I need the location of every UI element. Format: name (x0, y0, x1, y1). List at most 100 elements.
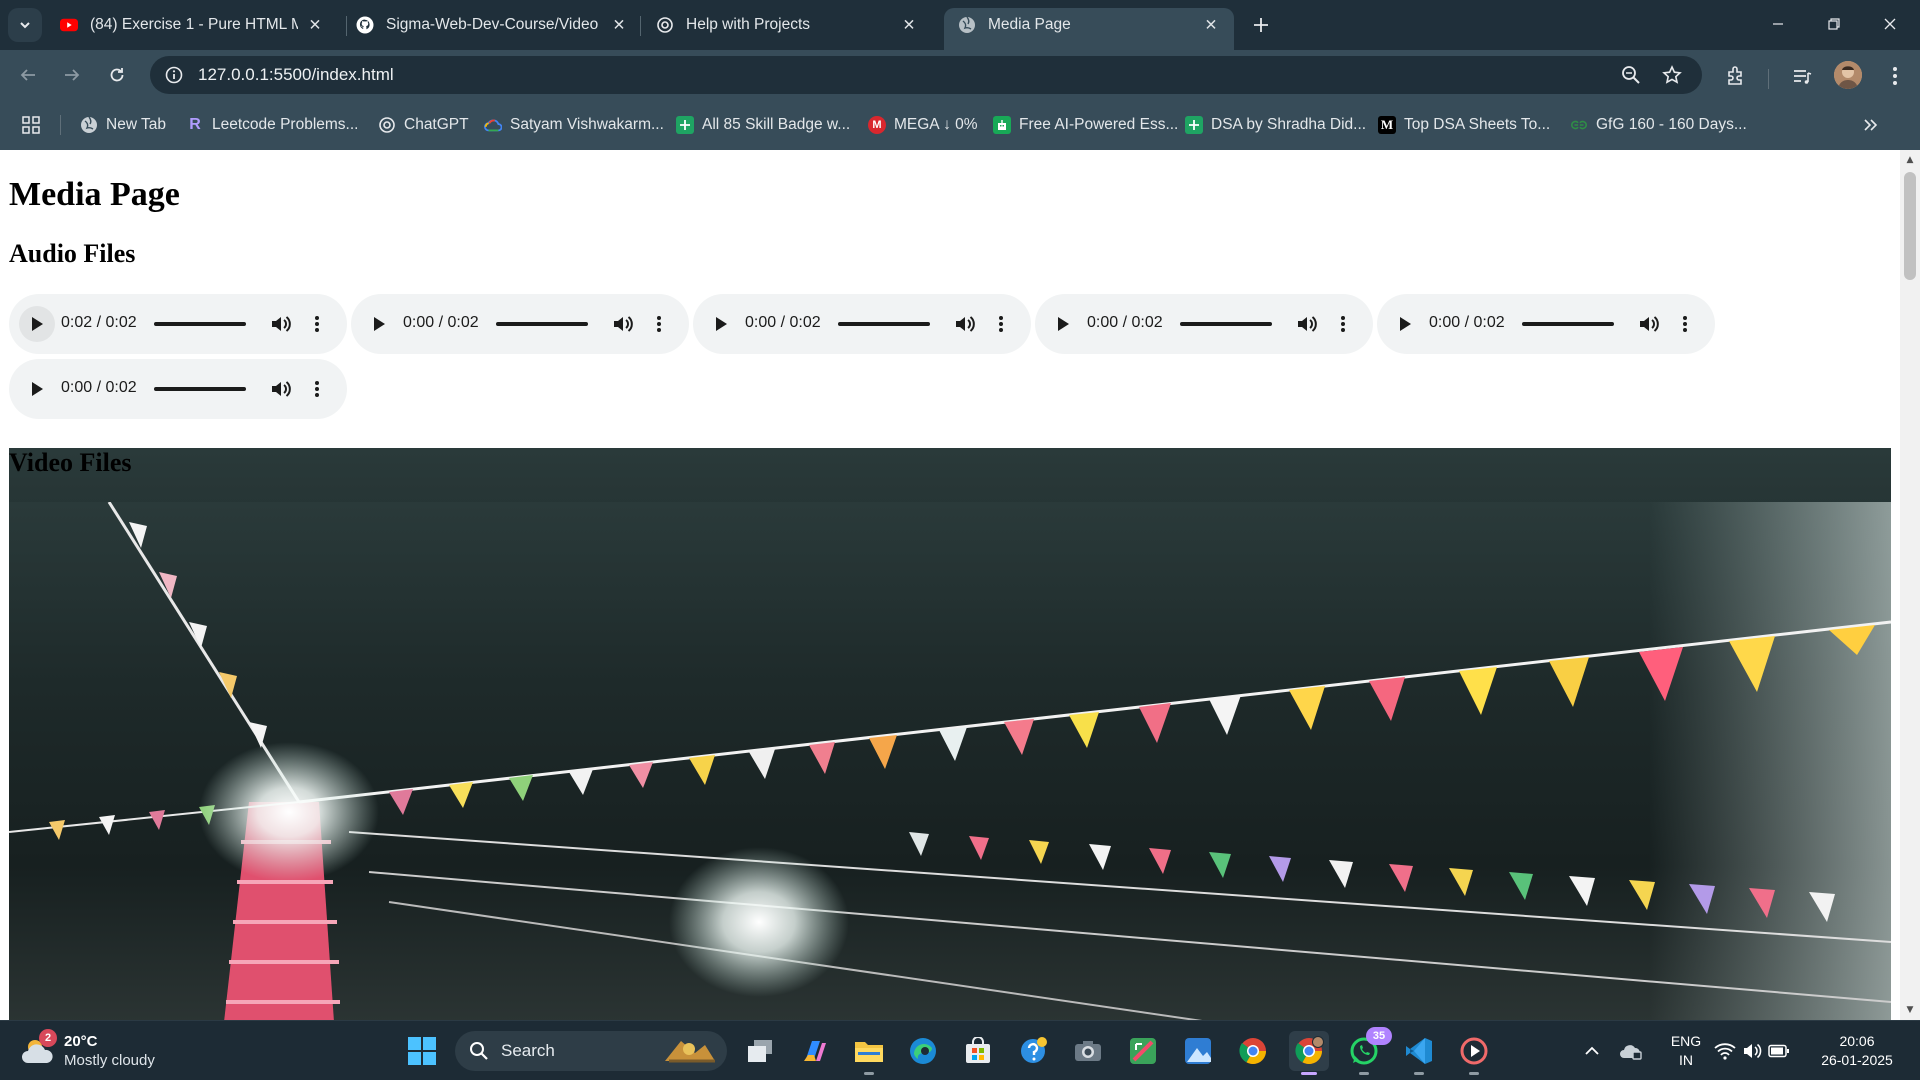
start-button[interactable] (402, 1031, 442, 1071)
bookmark-new-tab[interactable]: New Tab (80, 114, 166, 136)
bookmark-chatgpt[interactable]: ChatGPT (378, 114, 469, 136)
more-bookmarks-icon[interactable] (1862, 114, 1878, 136)
volume-icon[interactable] (1637, 312, 1661, 336)
more-options-icon[interactable] (311, 377, 323, 401)
restore-button[interactable] (1806, 0, 1862, 48)
bookmark-dsa-sheets[interactable]: M Top DSA Sheets To... (1378, 114, 1550, 136)
tab-strip: (84) Exercise 1 - Pure HTML Me ✕ Sigma-W… (0, 0, 1920, 50)
active-app-indicator (1301, 1072, 1317, 1075)
tab-title: Help with Projects (686, 16, 811, 33)
play-button[interactable] (19, 306, 55, 342)
apps-grid-icon[interactable] (22, 114, 40, 136)
scrollbar-thumb[interactable] (1904, 172, 1916, 280)
audio-player[interactable]: 0:00 / 0:02 (9, 359, 347, 419)
scroll-down-icon[interactable]: ▼ (1900, 1002, 1920, 1018)
extensions-icon[interactable] (1723, 63, 1749, 89)
camera-button[interactable] (1068, 1031, 1108, 1071)
language-indicator[interactable]: ENG IN (1666, 1032, 1706, 1070)
tab-chatgpt[interactable]: Help with Projects ✕ (642, 8, 932, 42)
scroll-up-icon[interactable]: ▲ (1900, 152, 1920, 168)
forward-button[interactable] (56, 59, 88, 91)
snipping-tool-button[interactable] (1123, 1031, 1163, 1071)
more-options-icon[interactable] (311, 312, 323, 336)
more-options-icon[interactable] (995, 312, 1007, 336)
tab-youtube[interactable]: (84) Exercise 1 - Pure HTML Me ✕ (46, 8, 338, 42)
task-view-button[interactable] (740, 1031, 780, 1071)
page-scrollbar[interactable]: ▲ ▼ (1900, 150, 1920, 1020)
more-options-icon[interactable] (653, 312, 665, 336)
taskbar-search[interactable]: Search (455, 1031, 727, 1071)
bookmark-dsa-shradha[interactable]: DSA by Shradha Did... (1185, 114, 1366, 136)
close-window-button[interactable] (1862, 0, 1918, 48)
volume-icon[interactable] (269, 377, 293, 401)
zoom-icon[interactable] (1619, 63, 1643, 87)
play-button[interactable] (1045, 306, 1081, 342)
whatsapp-unread-badge: 35 (1366, 1027, 1392, 1045)
clock[interactable]: 20:06 26-01-2025 (1812, 1032, 1902, 1070)
close-tab-icon[interactable]: ✕ (610, 16, 628, 34)
volume-icon[interactable] (1295, 312, 1319, 336)
play-button[interactable] (361, 306, 397, 342)
video-player[interactable] (9, 502, 1891, 1020)
back-button[interactable] (12, 59, 44, 91)
close-tab-icon[interactable]: ✕ (900, 16, 918, 34)
more-options-icon[interactable] (1337, 312, 1349, 336)
tab-github[interactable]: Sigma-Web-Dev-Course/Video ✕ (342, 8, 642, 42)
quick-settings-button[interactable] (1712, 1031, 1792, 1071)
audio-player[interactable]: 0:00 / 0:02 (1377, 294, 1715, 354)
media-controls-icon[interactable] (1789, 63, 1815, 89)
play-button[interactable] (19, 371, 55, 407)
vscode-button[interactable] (1399, 1031, 1439, 1075)
volume-icon[interactable] (611, 312, 635, 336)
volume-icon[interactable] (953, 312, 977, 336)
reload-button[interactable] (101, 59, 133, 91)
chrome-profile-button[interactable] (1289, 1031, 1329, 1075)
whatsapp-button[interactable]: 35 (1344, 1027, 1392, 1075)
tab-search-button[interactable] (8, 8, 42, 42)
play-button[interactable] (1387, 306, 1423, 342)
onedrive-button[interactable] (1612, 1031, 1652, 1071)
address-url[interactable]: 127.0.0.1:5500/index.html (198, 65, 394, 85)
close-tab-icon[interactable]: ✕ (1202, 16, 1220, 34)
audio-player[interactable]: 0:00 / 0:02 (1035, 294, 1373, 354)
minimize-button[interactable] (1750, 0, 1806, 48)
store-button[interactable] (958, 1031, 998, 1071)
tab-media-page[interactable]: Media Page ✕ (944, 8, 1234, 50)
tab-separator (640, 16, 641, 36)
bookmark-skill-badge[interactable]: All 85 Skill Badge w... (676, 114, 850, 136)
bookmark-star-icon[interactable] (1660, 63, 1684, 87)
audio-seek-bar[interactable] (154, 322, 246, 326)
audio-seek-bar[interactable] (496, 322, 588, 326)
help-button[interactable] (1013, 1031, 1053, 1071)
site-info-icon[interactable] (162, 63, 186, 87)
profile-avatar[interactable] (1834, 61, 1862, 89)
media-player-button[interactable] (1454, 1031, 1494, 1075)
close-tab-icon[interactable]: ✕ (306, 16, 324, 34)
audio-seek-bar[interactable] (1522, 322, 1614, 326)
weather-widget[interactable]: 2 20°C Mostly cloudy (22, 1029, 172, 1071)
photos-button[interactable] (1178, 1031, 1218, 1071)
more-options-icon[interactable] (1679, 312, 1691, 336)
volume-icon[interactable] (269, 312, 293, 336)
audio-player[interactable]: 0:00 / 0:02 (351, 294, 689, 354)
audio-seek-bar[interactable] (1180, 322, 1272, 326)
chrome-button[interactable] (1233, 1031, 1273, 1071)
audio-seek-bar[interactable] (838, 322, 930, 326)
bookmark-leetcode[interactable]: R Leetcode Problems... (186, 114, 358, 136)
edge-button[interactable] (903, 1031, 943, 1071)
bookmark-google-cloud[interactable]: Satyam Vishwakarm... (484, 114, 664, 136)
bookmark-mega[interactable]: M MEGA ↓ 0% (868, 114, 978, 136)
address-bar[interactable]: 127.0.0.1:5500/index.html (150, 56, 1702, 94)
new-tab-button[interactable] (1246, 10, 1276, 40)
audio-player[interactable]: 0:00 / 0:02 (693, 294, 1031, 354)
copilot-button[interactable] (795, 1031, 835, 1071)
play-button[interactable] (703, 306, 739, 342)
chrome-menu-icon[interactable] (1882, 63, 1908, 89)
bookmark-essay[interactable]: Free AI-Powered Ess... (993, 114, 1178, 136)
audio-seek-bar[interactable] (154, 387, 246, 391)
audio-player[interactable]: 0:02 / 0:02 (9, 294, 347, 354)
snipping-tool-icon (1130, 1038, 1156, 1064)
file-explorer-button[interactable] (849, 1031, 889, 1075)
show-hidden-icons-button[interactable] (1572, 1031, 1612, 1071)
bookmark-gfg[interactable]: GfG 160 - 160 Days... (1570, 114, 1747, 136)
